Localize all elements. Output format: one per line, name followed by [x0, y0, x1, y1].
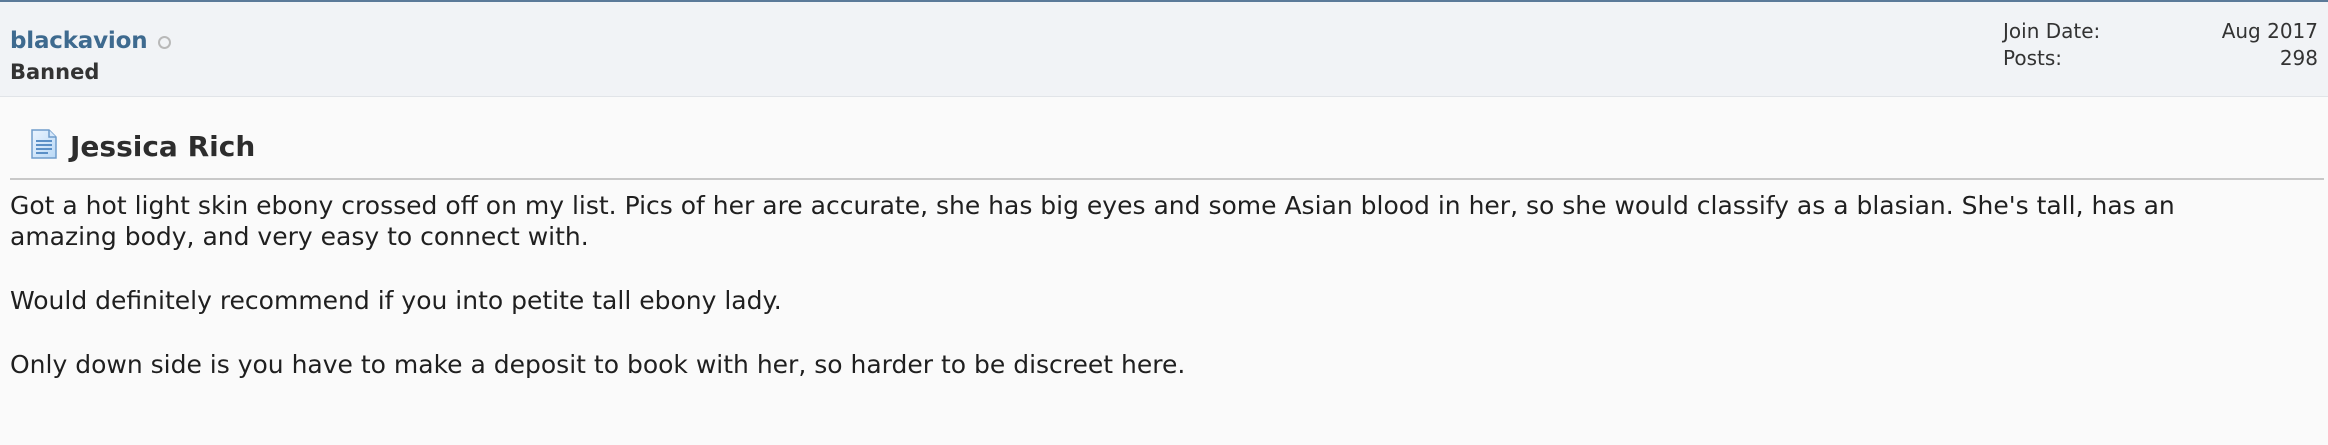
document-icon — [28, 128, 70, 164]
post-content: Got a hot light skin ebony crossed off o… — [10, 190, 2288, 413]
title-divider — [10, 178, 2324, 180]
post-title: Jessica Rich — [70, 129, 256, 163]
forum-post: blackavion Banned Join Date: Aug 2017 Po… — [0, 0, 2328, 445]
user-stats: Join Date: Aug 2017 Posts: 298 — [2003, 18, 2318, 72]
username-row: blackavion — [10, 28, 172, 54]
post-paragraph: Got a hot light skin ebony crossed off o… — [10, 191, 2175, 251]
username-link[interactable]: blackavion — [10, 28, 148, 54]
posts-row: Posts: 298 — [2003, 45, 2318, 72]
offline-status-icon — [158, 35, 172, 49]
posts-label: Posts: — [2003, 46, 2063, 70]
posts-value: 298 — [2279, 46, 2318, 70]
post-paragraph: Only down side is you have to make a dep… — [10, 350, 1186, 379]
join-date-value: Aug 2017 — [2221, 19, 2318, 43]
post-userinfo-header: blackavion Banned Join Date: Aug 2017 Po… — [0, 2, 2328, 97]
post-title-row: Jessica Rich — [28, 128, 255, 164]
join-date-row: Join Date: Aug 2017 — [2003, 18, 2318, 45]
user-title: Banned — [10, 60, 100, 84]
join-date-label: Join Date: — [2003, 19, 2101, 43]
post-paragraph: Would definitely recommend if you into p… — [10, 286, 782, 315]
